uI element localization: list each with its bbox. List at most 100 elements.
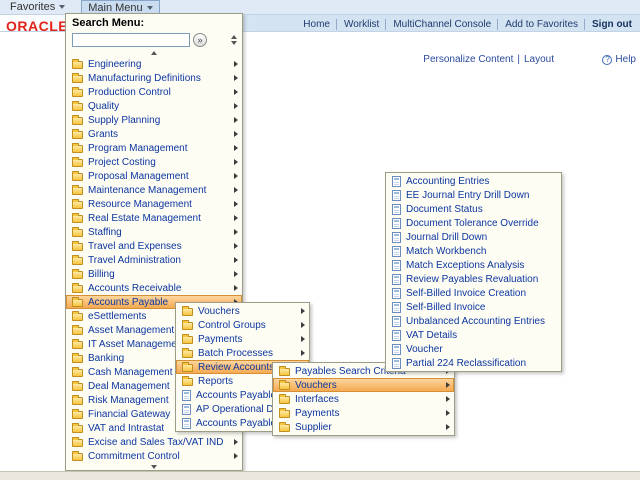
oracle-logo: ORACLE (6, 18, 68, 34)
menu-item-label: Excise and Sales Tax/VAT IND (88, 437, 230, 448)
menu-item-label: Control Groups (198, 320, 297, 331)
submenu-arrow-icon (234, 439, 238, 445)
menu-item-interfaces[interactable]: Interfaces (273, 392, 454, 406)
menu-item-match-workbench[interactable]: Match Workbench (386, 244, 561, 258)
search-go-button[interactable]: » (193, 33, 207, 47)
menu-item-maintenance-management[interactable]: Maintenance Management (66, 183, 242, 197)
menu-item-accounting-entries[interactable]: Accounting Entries (386, 174, 561, 188)
folder-icon (72, 89, 83, 97)
menu-item-proposal-management[interactable]: Proposal Management (66, 169, 242, 183)
favorites-menu-button[interactable]: Favorites (4, 0, 71, 15)
menu-item-commitment-control[interactable]: Commitment Control (66, 449, 242, 463)
menu-item-staffing[interactable]: Staffing (66, 225, 242, 239)
menu-item-control-groups[interactable]: Control Groups (176, 318, 309, 332)
menu-item-program-management[interactable]: Program Management (66, 141, 242, 155)
folder-icon (72, 299, 83, 307)
vouchers-submenu: Accounting EntriesEE Journal Entry Drill… (385, 172, 562, 372)
folder-icon (72, 159, 83, 167)
menu-item-label: Batch Processes (198, 348, 297, 359)
menu-item-vouchers[interactable]: Vouchers (273, 378, 454, 392)
menu-search-input[interactable] (72, 33, 190, 47)
menu-scroll-down-button[interactable] (66, 463, 242, 471)
review-accounts-payable-list: Payables Search CriteriaVouchersInterfac… (273, 364, 454, 434)
nav-link-add-to-favorites[interactable]: Add to Favorites (497, 19, 578, 30)
menu-item-label: Document Status (406, 204, 557, 215)
menu-item-label: Manufacturing Definitions (88, 73, 230, 84)
menu-item-engineering[interactable]: Engineering (66, 57, 242, 71)
nav-link-home[interactable]: Home (303, 19, 330, 30)
submenu-arrow-icon (234, 61, 238, 67)
nav-link-sign-out[interactable]: Sign out (584, 19, 632, 30)
folder-icon (72, 425, 83, 433)
menu-scroll-control[interactable] (231, 35, 238, 45)
folder-icon (279, 368, 290, 376)
menu-item-project-costing[interactable]: Project Costing (66, 155, 242, 169)
menu-item-journal-drill-down[interactable]: Journal Drill Down (386, 230, 561, 244)
utility-nav: Home Worklist MultiChannel Console Add to F… (303, 14, 632, 32)
nav-link-multichannel-console[interactable]: MultiChannel Console (385, 19, 491, 30)
layout-link[interactable]: Layout (524, 54, 554, 65)
folder-icon (72, 383, 83, 391)
horizontal-scrollbar[interactable] (0, 471, 640, 480)
menu-item-partial-224-reclassification[interactable]: Partial 224 Reclassification (386, 356, 561, 370)
menu-item-label: Engineering (88, 59, 230, 70)
personalize-content-link[interactable]: Personalize Content (423, 54, 513, 65)
page-icon (392, 358, 401, 369)
page-icon (392, 330, 401, 341)
menu-item-payments[interactable]: Payments (176, 332, 309, 346)
folder-icon (279, 410, 290, 418)
folder-icon (72, 257, 83, 265)
peoplesoft-application-window: Favorites Main Menu HomeWorklistMultiCha… (0, 0, 640, 480)
menu-item-resource-management[interactable]: Resource Management (66, 197, 242, 211)
submenu-arrow-icon (234, 453, 238, 459)
menu-item-grants[interactable]: Grants (66, 127, 242, 141)
menu-item-label: Commitment Control (88, 451, 230, 462)
menu-item-label: Billing (88, 269, 230, 280)
nav-link-worklist[interactable]: Worklist (336, 19, 379, 30)
menu-item-vouchers[interactable]: Vouchers (176, 304, 309, 318)
submenu-arrow-icon (301, 308, 305, 314)
chevron-down-icon (59, 5, 65, 9)
menu-item-payments[interactable]: Payments (273, 406, 454, 420)
folder-icon (72, 61, 83, 69)
menu-item-document-tolerance-override[interactable]: Document Tolerance Override (386, 216, 561, 230)
menu-item-unbalanced-accounting-entries[interactable]: Unbalanced Accounting Entries (386, 314, 561, 328)
menu-item-ee-journal-entry-drill-down[interactable]: EE Journal Entry Drill Down (386, 188, 561, 202)
menu-item-review-payables-revaluation[interactable]: Review Payables Revaluation (386, 272, 561, 286)
menu-item-travel-administration[interactable]: Travel Administration (66, 253, 242, 267)
menu-item-supplier[interactable]: Supplier (273, 420, 454, 434)
menu-item-supply-planning[interactable]: Supply Planning (66, 113, 242, 127)
folder-icon (279, 424, 290, 432)
menu-item-label: Grants (88, 129, 230, 140)
menu-item-manufacturing-definitions[interactable]: Manufacturing Definitions (66, 71, 242, 85)
folder-icon (72, 75, 83, 83)
menu-item-label: Project Costing (88, 157, 230, 168)
submenu-arrow-icon (234, 131, 238, 137)
help-link[interactable]: Help (615, 54, 636, 65)
menu-search-row: » (66, 31, 242, 49)
menu-item-excise-and-sales-tax-vat-ind[interactable]: Excise and Sales Tax/VAT IND (66, 435, 242, 449)
menu-item-self-billed-invoice[interactable]: Self-Billed Invoice (386, 300, 561, 314)
menu-item-batch-processes[interactable]: Batch Processes (176, 346, 309, 360)
menu-item-quality[interactable]: Quality (66, 99, 242, 113)
menu-scroll-up-button[interactable] (66, 49, 242, 57)
folder-icon (72, 453, 83, 461)
submenu-arrow-icon (234, 117, 238, 123)
menu-item-document-status[interactable]: Document Status (386, 202, 561, 216)
menu-item-real-estate-management[interactable]: Real Estate Management (66, 211, 242, 225)
menu-item-match-exceptions-analysis[interactable]: Match Exceptions Analysis (386, 258, 561, 272)
menu-item-billing[interactable]: Billing (66, 267, 242, 281)
folder-icon (72, 355, 83, 363)
menu-item-production-control[interactable]: Production Control (66, 85, 242, 99)
menu-item-label: Supplier (295, 422, 442, 433)
submenu-arrow-icon (234, 75, 238, 81)
page-icon (392, 232, 401, 243)
menu-item-self-billed-invoice-creation[interactable]: Self-Billed Invoice Creation (386, 286, 561, 300)
menu-item-travel-and-expenses[interactable]: Travel and Expenses (66, 239, 242, 253)
scroll-up-icon (151, 51, 157, 55)
menu-item-voucher[interactable]: Voucher (386, 342, 561, 356)
menu-item-accounts-receivable[interactable]: Accounts Receivable (66, 281, 242, 295)
menu-item-vat-details[interactable]: VAT Details (386, 328, 561, 342)
help-icon: ? (602, 55, 612, 65)
page-icon (392, 288, 401, 299)
